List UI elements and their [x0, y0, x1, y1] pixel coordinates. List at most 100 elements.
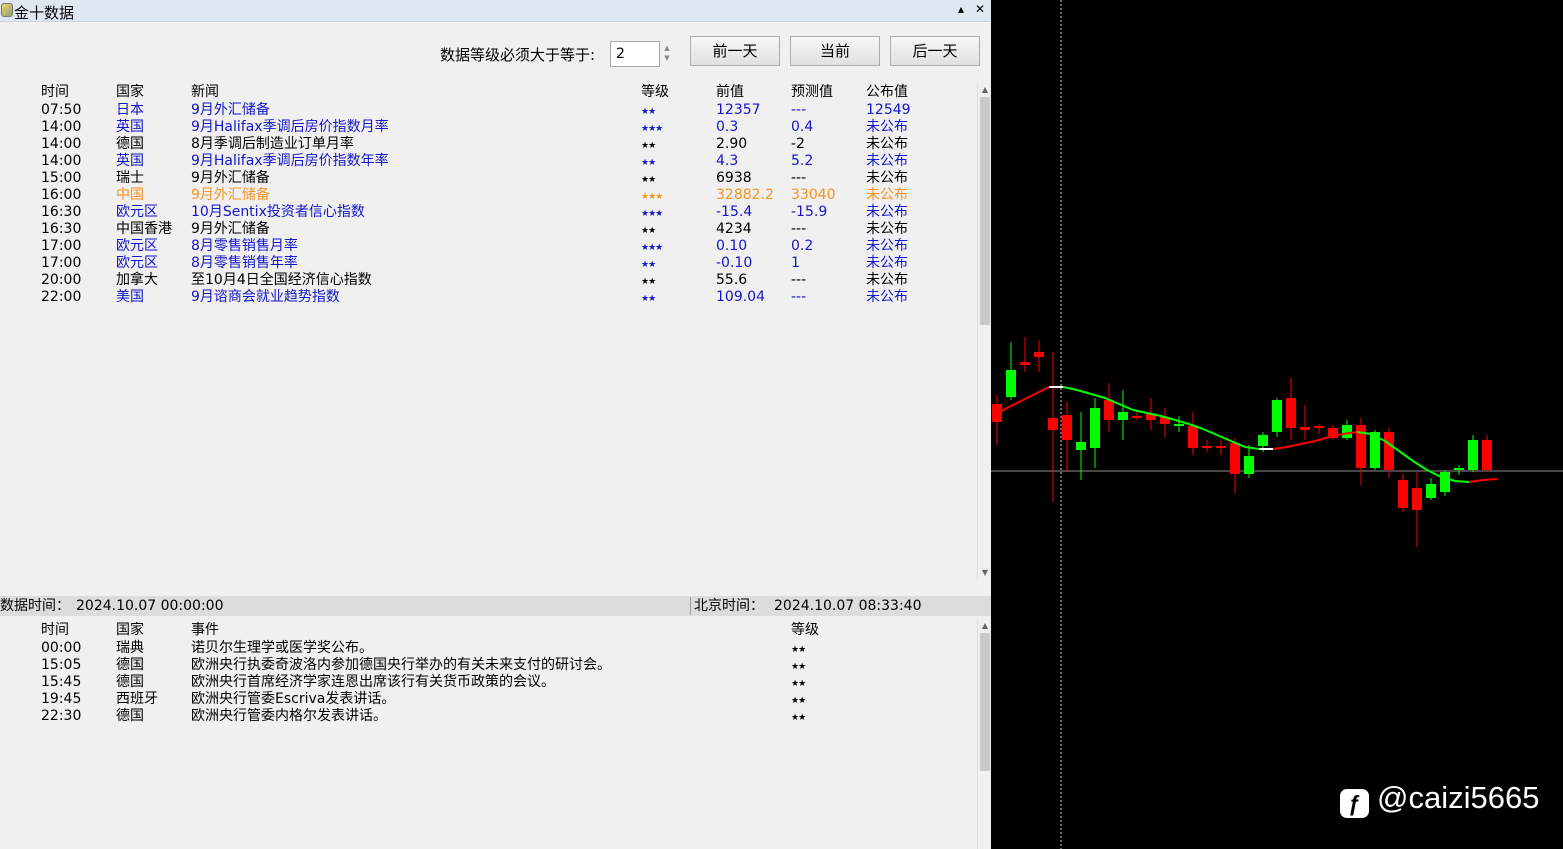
- news-row[interactable]: 14:00 英国 9月Halifax季调后房价指数年率 ★★ 4.3 5.2 未公布: [0, 153, 976, 170]
- news-country-cell: 美国: [116, 289, 144, 305]
- events-list: 时间 国家 事件 等级 00:00 瑞典 诺贝尔生理学或医学奖公布。 ★★ 15:05 德国 欧洲央…: [0, 619, 976, 849]
- event-row[interactable]: 15:45 德国 欧洲央行首席经济学家连恩出席该行有关货币政策的会议。 ★★: [0, 674, 976, 691]
- event-row[interactable]: 19:45 西班牙 欧洲央行管委Escriva发表讲话。 ★★: [0, 691, 976, 708]
- next-day-button[interactable]: 后一天: [890, 36, 980, 66]
- news-row[interactable]: 14:00 英国 9月Halifax季调后房价指数月率 ★★★ 0.3 0.4 未公布: [0, 119, 976, 136]
- news-forecast-cell: 0.4: [791, 119, 814, 135]
- news-actual-cell: 未公布: [866, 136, 908, 152]
- news-country-cell: 日本: [116, 102, 144, 118]
- candle-body: [1132, 416, 1142, 418]
- event-country-cell: 瑞典: [116, 640, 144, 656]
- news-header-cell[interactable]: 国家: [116, 84, 144, 101]
- news-row[interactable]: 14:00 德国 8月季调后制造业订单月率 ★★ 2.90 -2 未公布: [0, 136, 976, 153]
- moving-average-segment: [1090, 393, 1106, 399]
- candle-body: [1048, 418, 1058, 430]
- news-actual-cell: 未公布: [866, 204, 908, 220]
- news-actual-cell: 未公布: [866, 153, 908, 169]
- news-actual-cell: 未公布: [866, 170, 908, 186]
- news-title-cell: 9月Halifax季调后房价指数年率: [191, 153, 389, 169]
- event-country-cell: 德国: [116, 674, 144, 690]
- events-header-cell[interactable]: 等级: [791, 622, 819, 639]
- event-time-cell: 19:45: [41, 691, 82, 707]
- news-time-cell: 20:00: [41, 272, 82, 288]
- moving-average-segment: [1062, 386, 1078, 391]
- event-stars-cell: ★★: [791, 713, 806, 723]
- news-forecast-cell: ---: [791, 272, 807, 288]
- candle-body: [1090, 408, 1100, 448]
- event-row[interactable]: 00:00 瑞典 诺贝尔生理学或医学奖公布。 ★★: [0, 640, 976, 657]
- news-scrollbar[interactable]: ▲ ▼: [977, 83, 991, 580]
- moving-average-segment: [1454, 480, 1470, 483]
- news-time-cell: 15:00: [41, 170, 82, 186]
- moving-average-segment: [1020, 393, 1036, 402]
- moving-average-segment: [1174, 419, 1190, 425]
- candle-body: [1482, 440, 1492, 470]
- events-header-cell[interactable]: 事件: [191, 622, 219, 639]
- news-country-cell: 英国: [116, 119, 144, 135]
- event-row[interactable]: 22:30 德国 欧洲央行管委内格尔发表讲话。 ★★: [0, 708, 976, 725]
- candle-body: [1006, 370, 1016, 397]
- news-header-cell[interactable]: 预测值: [791, 84, 833, 101]
- scroll-up-icon[interactable]: ▲: [978, 83, 991, 97]
- news-list: 时间 国家 新闻 等级 前值 预测值 公布值 07:50 日本 9月外汇储备 ★★ 12357 --- 1…: [0, 83, 976, 580]
- news-prev-cell: 32882.2: [716, 187, 774, 203]
- spin-down-icon[interactable]: ▼: [662, 53, 672, 63]
- scroll-thumb[interactable]: [980, 97, 990, 325]
- level-filter-input[interactable]: [610, 41, 660, 67]
- news-country-cell: 加拿大: [116, 272, 158, 288]
- news-row[interactable]: 20:00 加拿大 至10月4日全国经济信心指数 ★★ 55.6 --- 未公布: [0, 272, 976, 289]
- status-divider: [690, 597, 691, 615]
- news-header-row: 时间 国家 新闻 等级 前值 预测值 公布值: [0, 84, 976, 101]
- news-row[interactable]: 07:50 日本 9月外汇储备 ★★ 12357 --- 12549: [0, 102, 976, 119]
- scroll-down-icon[interactable]: ▼: [978, 566, 991, 580]
- moving-average-segment: [1216, 434, 1232, 442]
- price-chart[interactable]: [991, 0, 1563, 849]
- news-prev-cell: 12357: [716, 102, 761, 118]
- scroll-up-icon[interactable]: ▲: [978, 619, 991, 633]
- news-row[interactable]: 15:00 瑞士 9月外汇储备 ★★ 6938 --- 未公布: [0, 170, 976, 187]
- candle-body: [1104, 400, 1114, 420]
- news-country-cell: 欧元区: [116, 238, 158, 254]
- news-header-cell[interactable]: 新闻: [191, 84, 219, 101]
- news-header-cell[interactable]: 时间: [41, 84, 69, 101]
- moving-average-segment: [1468, 479, 1484, 483]
- news-forecast-cell: ---: [791, 221, 807, 237]
- today-button[interactable]: 当前: [790, 36, 880, 66]
- scroll-thumb[interactable]: [980, 633, 990, 771]
- moving-average-segment: [1006, 400, 1022, 409]
- news-row[interactable]: 16:30 中国香港 9月外汇储备 ★★ 4234 --- 未公布: [0, 221, 976, 238]
- candle-body: [1258, 435, 1268, 446]
- news-title-cell: 8月零售销售年率: [191, 255, 298, 271]
- news-row[interactable]: 16:30 欧元区 10月Sentix投资者信心指数 ★★★ -15.4 -15.9 未公布: [0, 204, 976, 221]
- news-prev-cell: 55.6: [716, 272, 748, 288]
- news-title-cell: 9月外汇储备: [191, 187, 270, 203]
- news-actual-cell: 未公布: [866, 119, 908, 135]
- candle-body: [1020, 362, 1030, 365]
- candle-body: [1062, 415, 1072, 440]
- event-event-cell: 欧洲央行管委内格尔发表讲话。: [191, 708, 387, 724]
- spin-up-icon[interactable]: ▲: [662, 43, 672, 53]
- event-row[interactable]: 15:05 德国 欧洲央行执委奇波洛内参加德国央行举办的有关未来支付的研讨会。 ★★: [0, 657, 976, 674]
- moving-average-segment: [1132, 409, 1148, 414]
- events-header-cell[interactable]: 国家: [116, 622, 144, 639]
- close-icon[interactable]: ✕: [975, 2, 985, 16]
- news-row[interactable]: 16:00 中国 9月外汇储备 ★★★ 32882.2 33040 未公布: [0, 187, 976, 204]
- watermark: ƒ @caizi5665: [1340, 780, 1539, 818]
- news-header-cell[interactable]: 等级: [641, 84, 669, 101]
- news-time-cell: 14:00: [41, 153, 82, 169]
- events-scrollbar[interactable]: ▲: [977, 619, 991, 849]
- moving-average-segment: [1118, 403, 1134, 411]
- candle-body: [1230, 443, 1240, 474]
- moving-average-segment: [1034, 386, 1050, 395]
- news-time-cell: 14:00: [41, 119, 82, 135]
- news-header-cell[interactable]: 前值: [716, 84, 744, 101]
- news-row[interactable]: 17:00 欧元区 8月零售销售月率 ★★★ 0.10 0.2 未公布: [0, 238, 976, 255]
- news-time-cell: 16:30: [41, 221, 82, 237]
- prev-day-button[interactable]: 前一天: [690, 36, 780, 66]
- news-row[interactable]: 22:00 美国 9月谘商会就业趋势指数 ★★ 109.04 --- 未公布: [0, 289, 976, 306]
- events-header-cell[interactable]: 时间: [41, 622, 69, 639]
- event-event-cell: 诺贝尔生理学或医学奖公布。: [191, 640, 373, 656]
- news-header-cell[interactable]: 公布值: [866, 84, 908, 101]
- news-row[interactable]: 17:00 欧元区 8月零售销售年率 ★★ -0.10 1 未公布: [0, 255, 976, 272]
- pin-icon[interactable]: ▴: [958, 2, 964, 16]
